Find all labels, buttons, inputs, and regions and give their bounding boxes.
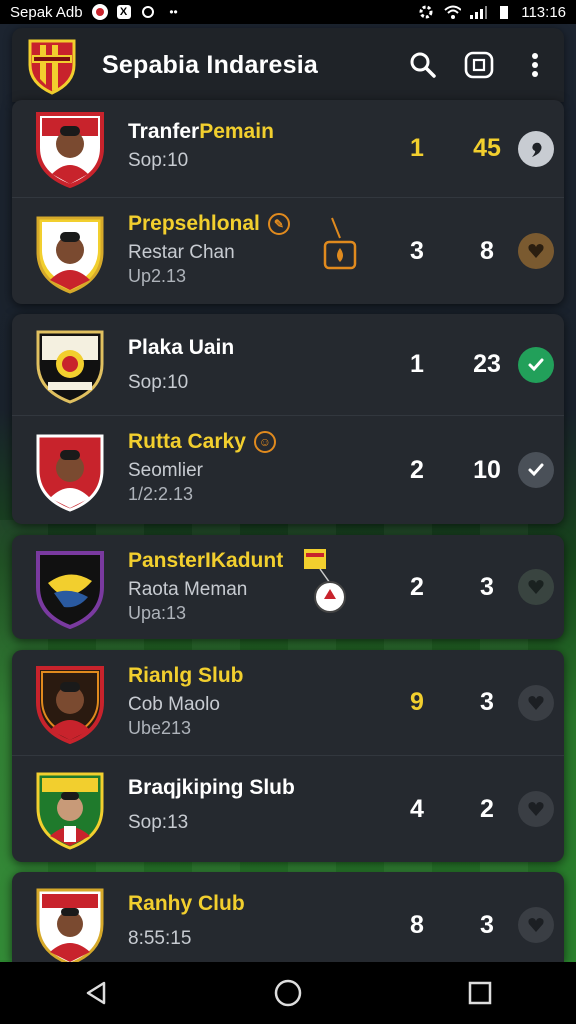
status-bar: Sepak Adb X •• 113:16 <box>0 0 576 24</box>
home-icon[interactable] <box>268 973 308 1013</box>
check-icon[interactable] <box>518 346 554 383</box>
search-icon[interactable] <box>408 50 438 80</box>
value-secondary: 3 <box>480 572 494 601</box>
value-primary: 1 <box>410 134 424 162</box>
heart-icon[interactable] <box>518 684 554 721</box>
system-nav-bar <box>0 962 576 1024</box>
list-item[interactable]: Rutta Carky ☺ Seomlier 1/2:2.13 2 10 <box>12 416 564 524</box>
battery-icon <box>495 4 513 20</box>
recents-icon[interactable] <box>460 973 500 1013</box>
club-crest-icon <box>34 324 106 404</box>
value-primary: 2 <box>410 572 424 601</box>
value-secondary: 3 <box>480 688 494 716</box>
row-subtitle: Raota Meman <box>128 579 248 600</box>
row-subtitle: Seomlier <box>128 460 203 481</box>
check-icon[interactable] <box>518 452 554 488</box>
list-item[interactable]: Prepsehlonal ✎ Restar Chan Up2.13 3 8 <box>12 198 564 304</box>
app-title: Sepabia Indaresia <box>102 50 318 79</box>
value-primary: 8 <box>410 910 424 939</box>
row-meta: Up2.13 <box>128 266 187 286</box>
list-item[interactable]: Braqjkiping Slub Sop:13 4 2 <box>12 756 564 862</box>
player-crest-icon <box>34 882 106 962</box>
value-primary: 1 <box>410 350 424 378</box>
row-title: PansterIKadunt <box>128 549 284 572</box>
value-primary: 2 <box>410 455 424 484</box>
carrier-label: Sepak Adb <box>10 3 83 21</box>
app-bar: Sepabia Indaresia <box>12 28 564 102</box>
player-crest-icon <box>34 766 106 850</box>
more-vert-icon[interactable] <box>520 50 550 80</box>
value-secondary: 23 <box>473 350 501 378</box>
row-meta: Upa:13 <box>128 603 187 623</box>
match-group: PansterIKadunt Raota Meman Upa:13 2 3 <box>12 535 564 639</box>
player-crest-icon <box>34 108 106 189</box>
player-crest-icon <box>34 660 106 745</box>
more-notifications-icon: •• <box>169 5 178 19</box>
edit-badge-icon: ✎ <box>267 213 290 235</box>
list-item[interactable]: Ranhy Club 8:55:15 8 3 <box>12 872 564 962</box>
row-meta: 1/2:2.13 <box>128 484 194 504</box>
row-title: Plaka Uain <box>128 336 235 359</box>
heart-icon[interactable] <box>518 907 554 943</box>
list-item[interactable]: Rianlg Slub Cob Maolo Ube213 9 3 <box>12 650 564 756</box>
message-notification-icon <box>139 4 157 20</box>
value-secondary: 3 <box>480 910 494 939</box>
row-subtitle: Restar Chan <box>128 242 235 263</box>
wifi-icon <box>443 4 462 20</box>
row-title: Braqjkiping Slub <box>128 776 295 799</box>
value-secondary: 45 <box>473 134 501 162</box>
flag-tag-icon <box>302 547 352 624</box>
club-crest-icon <box>34 545 106 630</box>
app-notification-icon <box>91 4 109 20</box>
value-secondary: 10 <box>473 455 501 484</box>
match-group: Rianlg Slub Cob Maolo Ube213 9 3 Braqjki… <box>12 650 564 862</box>
row-meta: Ube213 <box>128 718 192 738</box>
row-title: Rutta Carky ☺ <box>128 430 276 454</box>
list-item[interactable]: PansterIKadunt Raota Meman Upa:13 2 3 <box>12 535 564 639</box>
row-subtitle: Sop:13 <box>128 812 189 833</box>
player-crest-icon <box>34 210 106 294</box>
row-subtitle: 8:55:15 <box>128 928 192 949</box>
row-subtitle: Sop:10 <box>128 150 189 171</box>
x-notification-icon: X <box>116 5 131 19</box>
list-item[interactable]: Plaka Uain Sop:10 1 23 <box>12 314 564 416</box>
row-subtitle: Cob Maolo <box>128 694 220 715</box>
list-item[interactable]: Tranfer Pemain Sop:10 1 45 <box>12 100 564 198</box>
club-logo-icon[interactable] <box>26 35 78 95</box>
value-primary: 4 <box>410 794 424 823</box>
heart-icon[interactable] <box>518 569 554 605</box>
row-title: Rianlg Slub <box>128 664 244 687</box>
fire-tag-icon <box>322 216 358 277</box>
player-crest-icon <box>34 428 106 512</box>
signal-icon <box>469 4 488 20</box>
value-primary: 9 <box>410 688 424 716</box>
scan-icon[interactable] <box>464 50 494 80</box>
row-subtitle: Sop:10 <box>128 372 189 393</box>
match-group: Plaka Uain Sop:10 1 23 Rutta Carky ☺ Seo… <box>12 314 564 524</box>
row-title: Ranhy Club <box>128 892 245 915</box>
back-icon[interactable] <box>76 973 116 1013</box>
heart-icon[interactable] <box>518 233 554 269</box>
row-title: Tranfer Pemain <box>128 120 274 143</box>
comment-icon[interactable] <box>518 130 554 167</box>
clock-label: 113:16 <box>521 3 566 21</box>
match-group: Tranfer Pemain Sop:10 1 45 Prepsehlonal … <box>12 100 564 304</box>
value-primary: 3 <box>410 236 424 265</box>
row-title: Prepsehlonal ✎ <box>128 212 290 236</box>
value-secondary: 2 <box>480 794 494 823</box>
settings-status-icon <box>417 4 435 20</box>
match-group: Ranhy Club 8:55:15 8 3 <box>12 872 564 962</box>
heart-icon[interactable] <box>518 791 554 827</box>
emoji-badge-icon: ☺ <box>253 431 276 453</box>
value-secondary: 8 <box>480 236 494 265</box>
